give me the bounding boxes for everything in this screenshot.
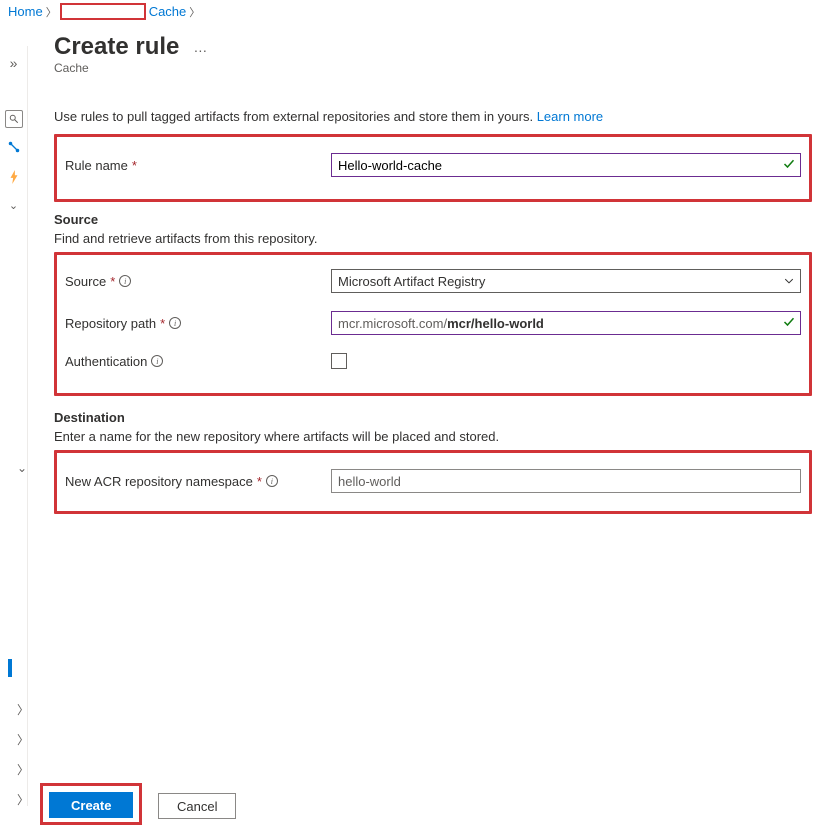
rail-chevron[interactable]: 〉 [17, 701, 29, 718]
expand-rail-button[interactable]: » [2, 52, 26, 74]
more-icon[interactable]: … [193, 39, 208, 55]
main-content: Create rule … Cache Use rules to pull ta… [36, 23, 822, 514]
page-description: Use rules to pull tagged artifacts from … [54, 109, 812, 124]
destination-heading: Destination [54, 410, 812, 425]
learn-more-link[interactable]: Learn more [537, 109, 603, 124]
cancel-button[interactable]: Cancel [158, 793, 236, 819]
auth-label: Authentication i [65, 354, 321, 369]
rail-chevron[interactable]: 〉 [17, 731, 29, 748]
connect-icon[interactable] [2, 136, 26, 158]
breadcrumb-redacted [60, 3, 146, 20]
create-button[interactable]: Create [49, 792, 133, 818]
rule-name-label: Rule name * [65, 158, 321, 173]
source-dropdown[interactable]: Microsoft Artifact Registry [331, 269, 801, 293]
breadcrumb-cache[interactable]: Cache [149, 4, 187, 19]
nav-active-indicator [8, 659, 12, 677]
chevron-right-icon: 〉 [189, 4, 200, 20]
page-header: Create rule … Cache [54, 23, 812, 79]
repo-path-input[interactable]: mcr.microsoft.com/mcr/hello-world [331, 311, 801, 335]
info-icon[interactable]: i [119, 275, 131, 287]
lightning-icon[interactable] [2, 166, 26, 188]
check-icon [783, 158, 795, 173]
rule-name-input[interactable] [331, 153, 801, 177]
breadcrumb-home[interactable]: Home [8, 4, 43, 19]
source-section: Source * i Microsoft Artifact Registry R… [54, 252, 812, 396]
info-icon[interactable]: i [151, 355, 163, 367]
rail-chevron[interactable]: 〉 [17, 791, 29, 808]
source-label: Source * i [65, 274, 321, 289]
destination-description: Enter a name for the new repository wher… [54, 429, 812, 444]
search-icon[interactable] [5, 110, 23, 128]
namespace-input[interactable] [331, 469, 801, 493]
footer-highlight: Create [40, 783, 142, 825]
check-icon [783, 316, 795, 331]
chevron-right-icon: 〉 [46, 4, 57, 20]
rule-name-section: Rule name * [54, 134, 812, 202]
repo-path-label: Repository path * i [65, 316, 321, 331]
namespace-label: New ACR repository namespace * i [65, 474, 321, 489]
source-heading: Source [54, 212, 812, 227]
page-subtitle: Cache [54, 61, 812, 75]
chevron-down-icon[interactable]: ⌄ [9, 196, 18, 214]
source-description: Find and retrieve artifacts from this re… [54, 231, 812, 246]
left-nav-rail: » ⌄ [0, 46, 28, 806]
chevron-down-icon [784, 274, 794, 289]
info-icon[interactable]: i [266, 475, 278, 487]
info-icon[interactable]: i [169, 317, 181, 329]
rail-chevron[interactable]: 〉 [17, 761, 29, 778]
destination-section: New ACR repository namespace * i [54, 450, 812, 514]
rail-chevron[interactable]: ⌄ [17, 460, 27, 475]
breadcrumb: Home 〉 Cache 〉 [0, 0, 822, 23]
auth-checkbox[interactable] [331, 353, 347, 369]
page-title: Create rule [54, 33, 179, 61]
